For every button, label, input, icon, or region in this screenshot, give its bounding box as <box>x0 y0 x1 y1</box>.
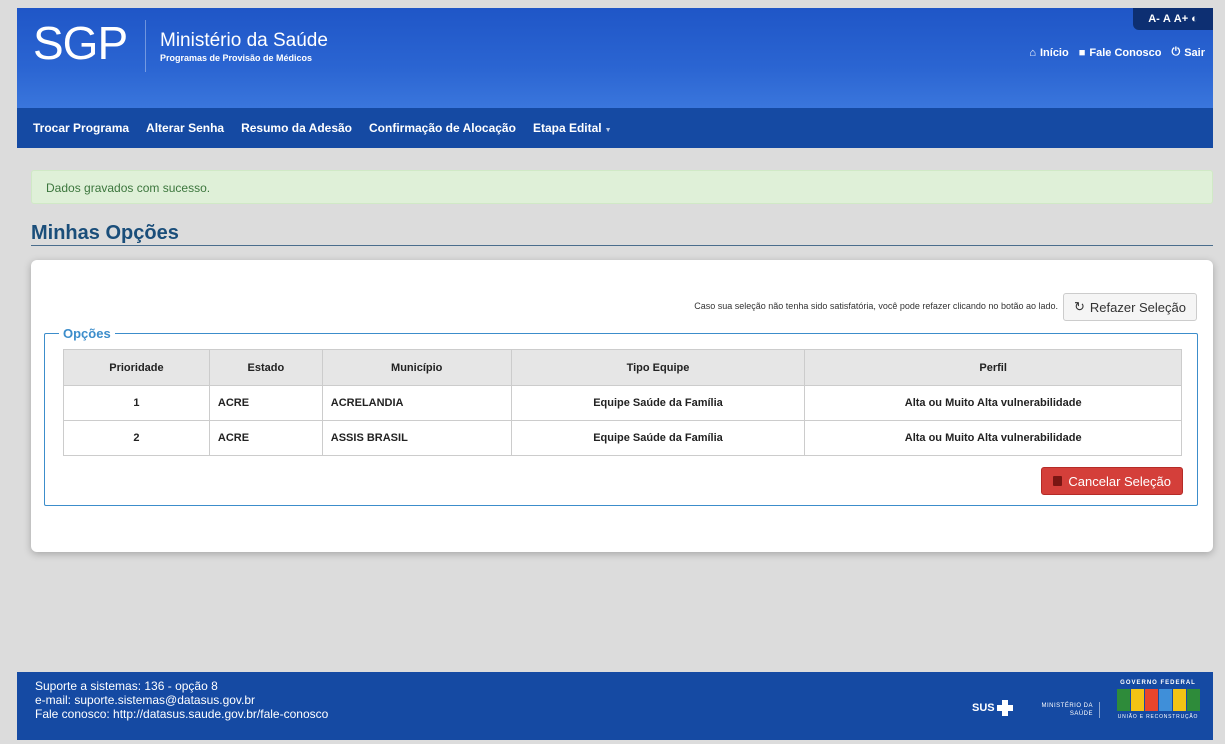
refazer-selecao-label: Refazer Seleção <box>1089 299 1186 315</box>
brasil-tagline: UNIÃO E RECONSTRUÇÃO <box>1117 714 1199 720</box>
chevron-down-icon: ▼ <box>604 127 612 134</box>
redo-hint: Caso sua seleção não tenha sido satisfat… <box>694 301 1058 311</box>
brasil-block-yellow <box>1130 689 1144 711</box>
font-decrease-button[interactable]: A- <box>1148 13 1160 25</box>
page-title: Minhas Opções <box>31 222 179 244</box>
title-divider <box>31 245 1213 246</box>
brand-subtitle: Programas de Provisão de Médicos <box>160 53 313 63</box>
success-alert: Dados gravados com sucesso. <box>31 170 1213 204</box>
sair-link[interactable]: ⏻ Sair <box>1172 46 1206 59</box>
support-info: Suporte a sistemas: 136 - opção 8 e-mail… <box>35 679 328 721</box>
sair-label: Sair <box>1184 46 1205 59</box>
table-header-row: Prioridade Estado Município Tipo Equipe … <box>63 349 1182 386</box>
options-card: Caso sua seleção não tenha sido satisfat… <box>31 260 1213 552</box>
options-table: Prioridade Estado Município Tipo Equipe … <box>63 349 1182 456</box>
cross-icon <box>996 700 1013 716</box>
col-tipo-equipe: Tipo Equipe <box>510 349 806 386</box>
nav-etapa-edital[interactable]: Etapa Edital ▼ <box>533 121 612 135</box>
brasil-wordmark <box>1112 689 1204 711</box>
ministerio-line2: SAÚDE <box>1069 711 1093 717</box>
table-row: 2 ACRE ASSIS BRASIL Equipe Saúde da Famí… <box>63 420 1182 456</box>
inicio-link[interactable]: ⌂ Início <box>1029 46 1068 59</box>
gov-federal-label: GOVERNO FEDERAL <box>1120 680 1196 686</box>
nav-etapa-edital-label: Etapa Edital <box>532 121 602 135</box>
sus-logo: SUS <box>972 700 1013 716</box>
nav-trocar-programa[interactable]: Trocar Programa <box>33 121 129 135</box>
nav-confirmacao-alocacao[interactable]: Confirmação de Alocação <box>369 121 516 135</box>
cancelar-selecao-label: Cancelar Seleção <box>1068 473 1171 489</box>
fale-conosco-link[interactable]: ■ Fale Conosco <box>1079 46 1162 59</box>
app-footer: Suporte a sistemas: 136 - opção 8 e-mail… <box>17 672 1213 740</box>
cell-perfil: Alta ou Muito Alta vulnerabilidade <box>804 420 1182 456</box>
brasil-block-green <box>1116 689 1130 711</box>
col-perfil: Perfil <box>804 349 1182 386</box>
fale-conosco-label: Fale Conosco <box>1089 46 1162 59</box>
support-phone: Suporte a sistemas: 136 - opção 8 <box>35 679 218 693</box>
cell-estado: ACRE <box>208 385 323 421</box>
font-size-tools: A- A A+ ◐ <box>1133 8 1213 30</box>
cell-municipio: ASSIS BRASIL <box>321 420 512 456</box>
inicio-label: Início <box>1039 46 1069 59</box>
support-email: e-mail: suporte.sistemas@datasus.gov.br <box>35 693 256 707</box>
table-row: 1 ACRE ACRELANDIA Equipe Saúde da Famíli… <box>63 385 1182 421</box>
power-icon: ⏻ <box>1171 46 1181 58</box>
refresh-icon: ↻ <box>1073 299 1085 314</box>
nav-alterar-senha[interactable]: Alterar Senha <box>146 121 224 135</box>
col-prioridade: Prioridade <box>63 349 210 386</box>
comment-icon: ■ <box>1078 46 1086 59</box>
cell-perfil: Alta ou Muito Alta vulnerabilidade <box>804 385 1182 421</box>
governo-federal-logo: GOVERNO FEDERAL UNIÃO E RECONSTRUÇÃO <box>1112 680 1204 734</box>
sgp-logo[interactable]: SGP <box>33 16 128 70</box>
ministerio-saude-logo: MINISTÉRIO DA SAÚDE <box>1027 702 1100 718</box>
brasil-block-yellow-2 <box>1172 689 1186 711</box>
col-estado: Estado <box>208 349 323 386</box>
cell-tipo-equipe: Equipe Saúde da Família <box>510 385 806 421</box>
support-contact-url: Fale conosco: http://datasus.saude.gov.b… <box>35 707 329 721</box>
cell-prioridade: 1 <box>63 385 210 421</box>
col-municipio: Município <box>321 349 512 386</box>
brasil-block-blue <box>1158 689 1172 711</box>
main-nav: Trocar Programa Alterar Senha Resumo da … <box>17 108 1213 148</box>
cell-tipo-equipe: Equipe Saúde da Família <box>510 420 806 456</box>
cell-prioridade: 2 <box>63 420 210 456</box>
font-increase-button[interactable]: A+ <box>1174 13 1188 25</box>
font-reset-button[interactable]: A <box>1163 13 1171 25</box>
contrast-button[interactable]: ◐ <box>1191 13 1198 25</box>
logo-divider <box>145 20 146 72</box>
refazer-selecao-button[interactable]: ↻ Refazer Seleção <box>1062 293 1197 321</box>
brand-title: Ministério da Saúde <box>160 30 328 51</box>
sus-label: SUS <box>972 702 995 714</box>
opcoes-legend: Opções <box>63 326 111 341</box>
cell-municipio: ACRELANDIA <box>321 385 512 421</box>
app-header: SGP Ministério da Saúde Programas de Pro… <box>17 8 1213 108</box>
cell-estado: ACRE <box>208 420 323 456</box>
brasil-block-red <box>1144 689 1158 711</box>
nav-resumo-adesao[interactable]: Resumo da Adesão <box>241 121 352 135</box>
trash-icon <box>1053 476 1063 486</box>
top-links: ⌂ Início ■ Fale Conosco ⏻ Sair <box>1029 46 1205 59</box>
home-icon: ⌂ <box>1029 46 1036 59</box>
cancelar-selecao-button[interactable]: Cancelar Seleção <box>1041 467 1183 495</box>
brasil-block-green-2 <box>1186 689 1200 711</box>
ministerio-line1: MINISTÉRIO DA <box>1041 703 1093 709</box>
